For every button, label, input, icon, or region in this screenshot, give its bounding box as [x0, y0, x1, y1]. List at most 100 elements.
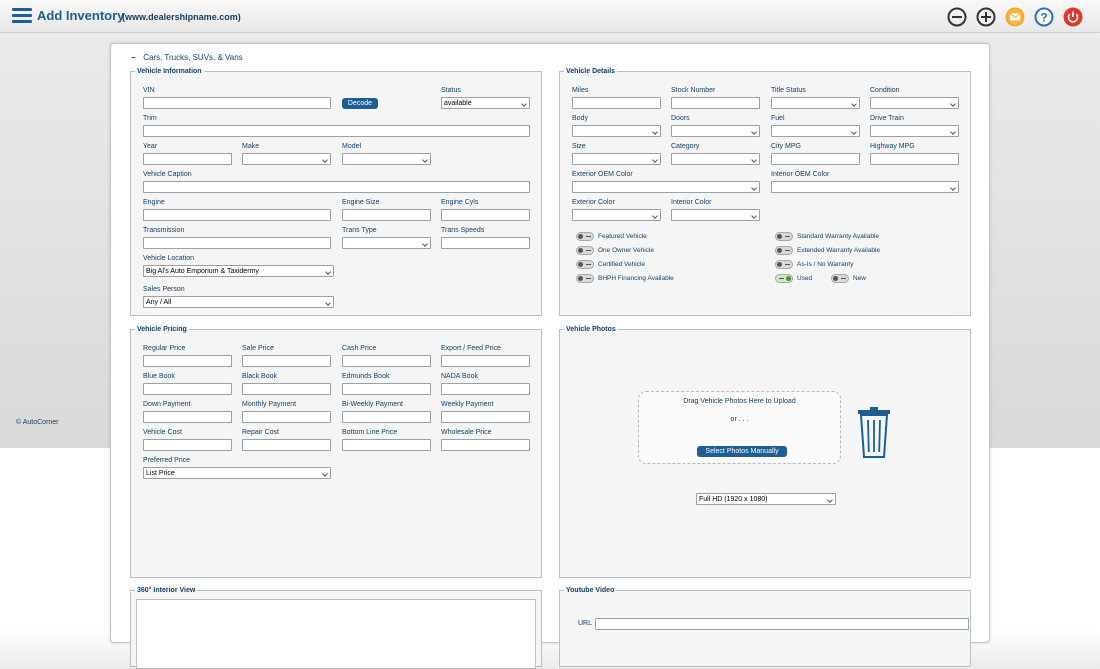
category-select[interactable]	[671, 153, 760, 165]
regular-price-input[interactable]	[143, 355, 232, 367]
collapse-icon[interactable]: −	[131, 53, 141, 62]
ext-warranty-toggle[interactable]	[775, 246, 793, 255]
nada-input[interactable]	[441, 383, 530, 395]
stock-label: Stock Number	[671, 87, 716, 94]
plus-circle-icon[interactable]	[976, 7, 996, 27]
doors-select[interactable]	[671, 125, 760, 137]
sale-price-input[interactable]	[242, 355, 331, 367]
vehicle-pricing-fieldset: Vehicle Pricing Regular Price Sale Price…	[130, 326, 542, 578]
engine-size-input[interactable]	[342, 209, 431, 221]
trans-speeds-input[interactable]	[441, 237, 530, 249]
trim-label: Trim	[143, 115, 157, 122]
wholesale-price-input[interactable]	[441, 439, 530, 451]
one-owner-toggle[interactable]	[576, 246, 594, 255]
drive-train-select[interactable]	[870, 125, 959, 137]
weekly-payment-input[interactable]	[441, 411, 530, 423]
blue-book-input[interactable]	[143, 383, 232, 395]
edmunds-input[interactable]	[342, 383, 431, 395]
as-is-toggle[interactable]	[775, 260, 793, 269]
interior-view-input[interactable]	[136, 599, 536, 669]
body-select[interactable]	[572, 125, 661, 137]
minus-circle-icon[interactable]	[947, 7, 967, 27]
monthly-payment-label: Monthly Payment	[242, 401, 297, 408]
monthly-payment-input[interactable]	[242, 411, 331, 423]
stock-input[interactable]	[671, 97, 760, 109]
title-status-select[interactable]	[771, 97, 860, 109]
bhph-toggle[interactable]	[576, 274, 594, 283]
int-color-label: Interior Color	[671, 199, 712, 206]
decode-button[interactable]: Decode	[342, 98, 378, 109]
make-label: Make	[242, 143, 260, 150]
condition-select[interactable]	[870, 97, 959, 109]
cash-price-input[interactable]	[342, 355, 431, 367]
featured-toggle[interactable]	[576, 232, 594, 241]
repair-cost-input[interactable]	[242, 439, 331, 451]
photo-dropzone[interactable]: Drag Vehicle Photos Here to Upload or . …	[638, 391, 841, 464]
bottom-line-input[interactable]	[342, 439, 431, 451]
page-title: Add Inventory	[37, 8, 125, 23]
engine-input[interactable]	[143, 209, 331, 221]
bottom-line-label: Bottom Line Price	[342, 429, 398, 436]
certified-toggle[interactable]	[576, 260, 594, 269]
export-price-input[interactable]	[441, 355, 530, 367]
resolution-select[interactable]: Full HD (1920 x 1080)	[696, 493, 836, 505]
down-payment-input[interactable]	[143, 411, 232, 423]
int-oem-select[interactable]	[771, 181, 959, 193]
drag-photos-text: Drag Vehicle Photos Here to Upload	[683, 398, 796, 405]
highway-mpg-input[interactable]	[870, 153, 959, 165]
status-select[interactable]: available	[441, 97, 530, 109]
nada-label: NADA Book	[441, 373, 478, 380]
miles-input[interactable]	[572, 97, 661, 109]
sales-person-label: Sales Person	[143, 286, 185, 293]
year-label: Year	[143, 143, 158, 150]
sales-person-select[interactable]: Any / All	[143, 296, 334, 308]
used-toggle[interactable]	[775, 274, 793, 283]
preferred-price-select[interactable]: List Price	[143, 467, 331, 479]
help-icon[interactable]: ?	[1034, 7, 1054, 27]
section-header[interactable]: − Cars, Trucks, SUVs, & Vans	[131, 53, 243, 62]
transmission-label: Transmission	[143, 227, 185, 234]
ext-color-select[interactable]	[572, 209, 661, 221]
new-label: New	[853, 275, 867, 282]
vin-input[interactable]	[143, 97, 331, 109]
page-subtitle: (www.dealershipname.com)	[122, 12, 241, 22]
model-select[interactable]	[342, 153, 431, 165]
select-photos-button[interactable]: Select Photos Manually	[697, 446, 787, 457]
trim-input[interactable]	[143, 125, 530, 137]
size-select[interactable]	[572, 153, 661, 165]
trash-icon[interactable]	[858, 407, 890, 459]
top-bar: Add Inventory (www.dealershipname.com) ?	[0, 0, 1100, 33]
engine-cyls-input[interactable]	[441, 209, 530, 221]
new-toggle[interactable]	[831, 274, 849, 283]
location-select[interactable]: Big Al's Auto Emporium & Taxidermy	[143, 265, 334, 277]
fuel-select[interactable]	[771, 125, 860, 137]
vehicle-pricing-legend: Vehicle Pricing	[137, 326, 187, 333]
power-icon[interactable]	[1063, 7, 1083, 27]
bhph-label: BHPH Financing Available	[598, 275, 674, 282]
copyright: © AutoCorner	[16, 419, 59, 426]
ext-oem-select[interactable]	[572, 181, 760, 193]
youtube-url-input[interactable]	[595, 618, 969, 630]
year-input[interactable]	[143, 153, 232, 165]
vehicle-details-legend: Vehicle Details	[566, 68, 616, 75]
vehicle-photos-fieldset: Vehicle Photos Drag Vehicle Photos Here …	[559, 326, 971, 578]
condition-label: Condition	[870, 87, 900, 94]
vehicle-details-fieldset: Vehicle Details Miles Stock Number Title…	[559, 68, 971, 316]
caption-label: Vehicle Caption	[143, 171, 192, 178]
city-mpg-input[interactable]	[771, 153, 860, 165]
ext-color-label: Exterior Color	[572, 199, 615, 206]
biweekly-payment-input[interactable]	[342, 411, 431, 423]
weekly-payment-label: Weekly Payment	[441, 401, 494, 408]
vehicle-cost-input[interactable]	[143, 439, 232, 451]
mail-icon[interactable]	[1005, 7, 1025, 27]
std-warranty-label: Standard Warranty Available	[797, 233, 880, 240]
int-color-select[interactable]	[671, 209, 760, 221]
engine-size-label: Engine Size	[342, 199, 380, 206]
caption-input[interactable]	[143, 181, 530, 193]
make-select[interactable]	[242, 153, 331, 165]
trans-type-select[interactable]	[342, 237, 431, 249]
transmission-input[interactable]	[143, 237, 331, 249]
std-warranty-toggle[interactable]	[775, 232, 793, 241]
hamburger-menu-icon[interactable]	[12, 8, 32, 24]
black-book-input[interactable]	[242, 383, 331, 395]
